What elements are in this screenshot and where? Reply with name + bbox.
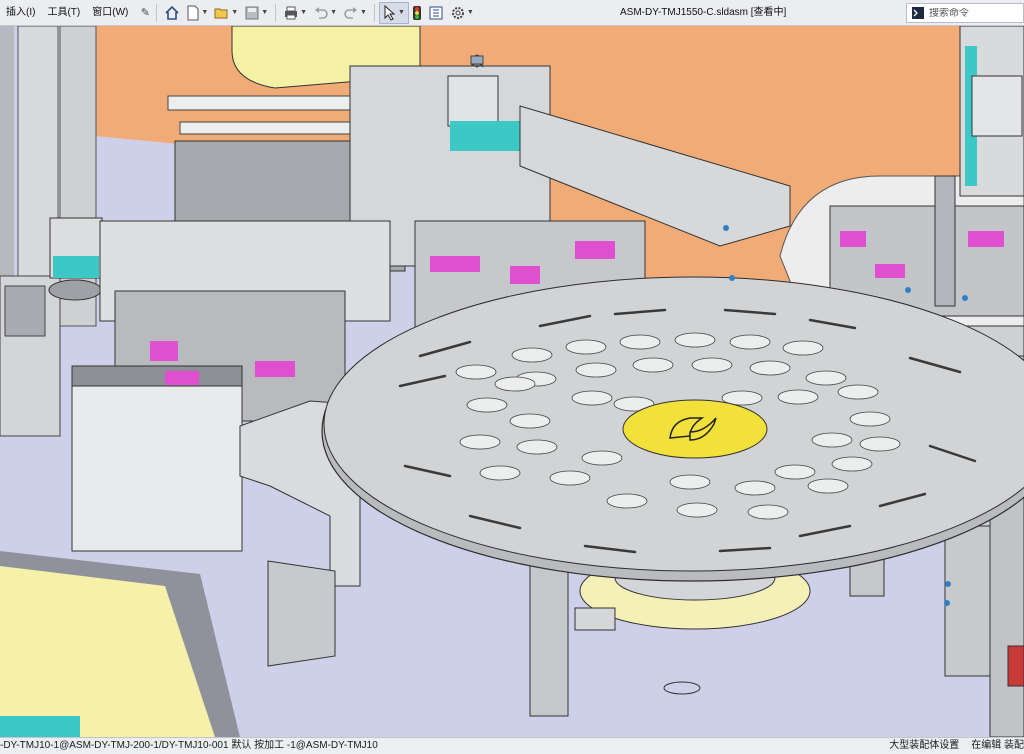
select-button[interactable]: ▼ bbox=[378, 1, 409, 24]
appearance-button[interactable] bbox=[471, 55, 644, 73]
status-right-group: 大型装配体设置 在编辑 装配 bbox=[889, 738, 1024, 754]
view-orientation-button[interactable] bbox=[470, 54, 578, 73]
zoom-area-button[interactable] bbox=[471, 55, 512, 73]
home-icon bbox=[165, 5, 179, 20]
cad-model-render bbox=[0, 26, 1024, 737]
new-document-icon bbox=[187, 5, 199, 20]
print-button[interactable]: ▼ bbox=[280, 0, 310, 26]
toolbar-divider bbox=[156, 3, 158, 22]
chevron-down-icon[interactable]: ▼ bbox=[360, 9, 367, 16]
traffic-light-icon bbox=[412, 5, 421, 20]
open-button[interactable]: ▼ bbox=[211, 0, 241, 26]
save-icon bbox=[245, 6, 259, 19]
graphics-viewport[interactable] bbox=[0, 26, 1024, 737]
heads-up-view-toolbar bbox=[470, 54, 688, 74]
chevron-down-icon[interactable]: ▼ bbox=[467, 9, 474, 16]
document-title: ASM-DY-TMJ1550-C.sldasm [查看中] bbox=[620, 7, 787, 18]
cursor-arrow-icon bbox=[384, 4, 396, 21]
menu-insert[interactable]: 插入(I) bbox=[0, 0, 41, 26]
chevron-down-icon[interactable]: ▼ bbox=[300, 9, 307, 16]
command-search[interactable] bbox=[906, 3, 1024, 23]
toolbar-divider bbox=[275, 3, 277, 22]
monitor-button[interactable] bbox=[470, 55, 688, 73]
options-button[interactable]: ▼ bbox=[447, 0, 477, 26]
redo-icon bbox=[344, 6, 358, 19]
section-view-button[interactable] bbox=[471, 55, 556, 73]
menu-window[interactable]: 窗口(W) bbox=[86, 0, 134, 26]
chevron-down-icon[interactable]: ▼ bbox=[398, 9, 405, 16]
chevron-down-icon[interactable]: ▼ bbox=[330, 9, 337, 16]
hide-show-button[interactable] bbox=[470, 55, 622, 73]
scene-button[interactable] bbox=[471, 55, 666, 73]
chevron-down-icon[interactable]: ▼ bbox=[201, 9, 208, 16]
command-prompt-icon bbox=[911, 6, 925, 20]
monitor-icon bbox=[470, 55, 484, 67]
pin-icon[interactable]: ✎ bbox=[138, 0, 152, 26]
redo-button[interactable]: ▼ bbox=[340, 0, 370, 26]
chevron-down-icon[interactable]: ▼ bbox=[231, 9, 238, 16]
undo-button[interactable]: ▼ bbox=[310, 0, 340, 26]
save-button[interactable]: ▼ bbox=[241, 0, 271, 26]
file-properties-button[interactable] bbox=[425, 0, 447, 26]
previous-view-button[interactable] bbox=[472, 55, 534, 73]
menu-bar: 插入(I) 工具(T) 窗口(W) ✎ bbox=[0, 0, 152, 26]
rebuild-button[interactable] bbox=[409, 0, 425, 26]
top-toolbar: 插入(I) 工具(T) 窗口(W) ✎ ▼ ▼ ▼ ▼ ▼ ▼ ▼ ▼ ASM-… bbox=[0, 0, 1024, 26]
undo-icon bbox=[315, 6, 328, 19]
menu-tools[interactable]: 工具(T) bbox=[41, 0, 86, 26]
status-bar: -DY-TMJ10-1@ASM-DY-TMJ-200-1/DY-TMJ10-00… bbox=[0, 737, 1024, 754]
new-document-button[interactable]: ▼ bbox=[183, 0, 211, 26]
status-large-assembly[interactable]: 大型装配体设置 bbox=[889, 738, 959, 754]
chevron-down-icon[interactable]: ▼ bbox=[261, 9, 268, 16]
search-input[interactable] bbox=[929, 7, 1019, 19]
status-edit-state: 在编辑 装配 bbox=[971, 740, 1024, 751]
file-properties-icon bbox=[429, 6, 443, 19]
folder-open-icon bbox=[214, 8, 228, 18]
toolbar-divider bbox=[373, 3, 375, 22]
printer-icon bbox=[285, 6, 298, 19]
status-component-path: -DY-TMJ10-1@ASM-DY-TMJ-200-1/DY-TMJ10-00… bbox=[0, 740, 378, 751]
gear-icon bbox=[451, 6, 464, 19]
display-style-button[interactable] bbox=[470, 54, 600, 73]
home-button[interactable] bbox=[161, 0, 183, 26]
